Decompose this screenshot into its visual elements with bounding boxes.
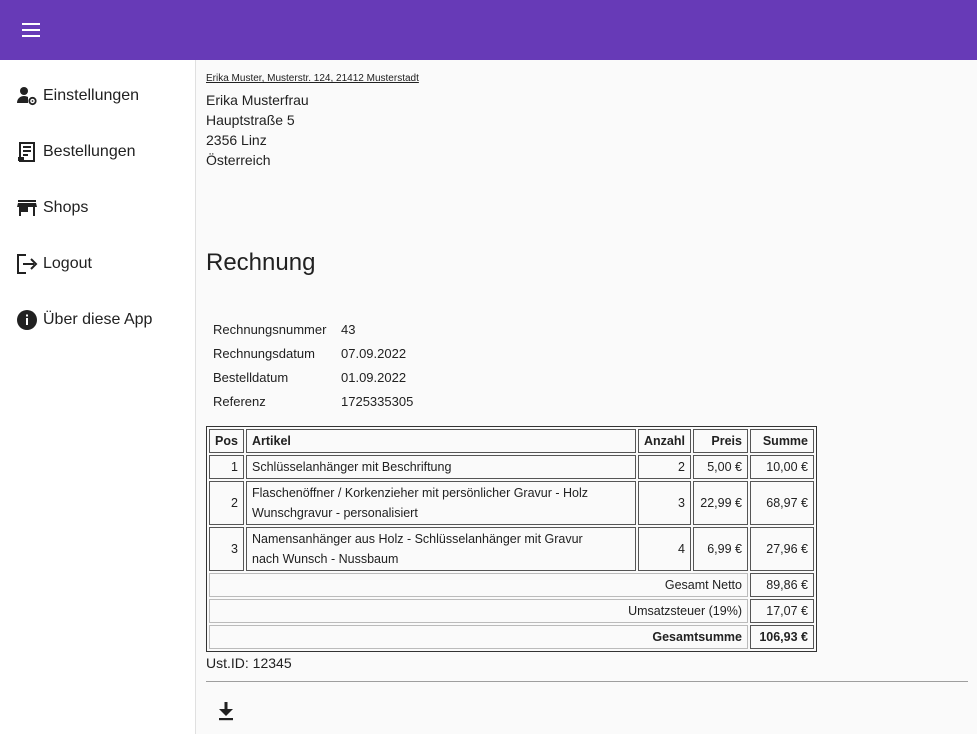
recipient-city: 2356 Linz	[206, 132, 267, 148]
cell-anzahl: 4	[638, 527, 691, 571]
sidebar-item-shops[interactable]: Shops	[0, 180, 195, 236]
column-header-summe: Summe	[750, 429, 814, 453]
meta-value: 43	[341, 322, 356, 337]
recipient-name: Erika Musterfrau	[206, 92, 309, 108]
artikel-line: nach Wunsch - Nussbaum	[252, 552, 399, 566]
meta-value: 1725335305	[341, 394, 414, 409]
totals-row-vat: Umsatzsteuer (19%) 17,07 €	[209, 599, 814, 623]
info-icon	[16, 309, 38, 331]
cell-artikel: Schlüsselanhänger mit Beschriftung	[246, 455, 637, 479]
vat-id: Ust.ID: 12345	[206, 655, 292, 671]
sidebar-item-einstellungen[interactable]: Einstellungen	[0, 68, 195, 124]
cell-pos: 3	[209, 527, 244, 571]
artikel-line: Namensanhänger aus Holz - Schlüsselanhän…	[252, 532, 583, 546]
total-label: Umsatzsteuer (19%)	[209, 599, 748, 623]
cell-summe: 68,97 €	[750, 481, 814, 525]
total-value: 89,86 €	[750, 573, 814, 597]
column-header-pos: Pos	[209, 429, 244, 453]
cell-summe: 10,00 €	[750, 455, 814, 479]
meta-value: 01.09.2022	[341, 370, 407, 385]
total-label: Gesamtsumme	[209, 625, 748, 649]
sender-address-line: Erika Muster, Musterstr. 124, 21412 Must…	[206, 73, 419, 84]
cell-summe: 27,96 €	[750, 527, 814, 571]
cell-pos: 2	[209, 481, 244, 525]
sidebar-item-bestellungen[interactable]: Bestellungen	[0, 124, 195, 180]
cell-artikel: Namensanhänger aus Holz - Schlüsselanhän…	[246, 527, 637, 571]
artikel-line: Wunschgravur - personalisiert	[252, 506, 418, 520]
artikel-line: Flaschenöffner / Korkenzieher mit persön…	[252, 486, 589, 500]
column-header-anzahl: Anzahl	[638, 429, 691, 453]
invoice-table: Pos Artikel Anzahl Preis Summe 1 Schlüss…	[206, 426, 817, 652]
download-icon[interactable]	[216, 700, 236, 722]
artikel-line: Schlüsselanhänger mit Beschriftung	[252, 460, 452, 474]
table-header-row: Pos Artikel Anzahl Preis Summe	[209, 429, 814, 453]
logout-icon	[16, 253, 38, 275]
meta-label: Bestelldatum	[213, 370, 289, 385]
meta-label: Referenz	[213, 394, 266, 409]
total-label: Gesamt Netto	[209, 573, 748, 597]
user-settings-icon	[16, 85, 38, 107]
column-header-preis: Preis	[693, 429, 748, 453]
cell-pos: 1	[209, 455, 244, 479]
top-app-bar	[0, 0, 977, 60]
table-row: 3 Namensanhänger aus Holz - Schlüsselanh…	[209, 527, 814, 571]
store-icon	[16, 197, 38, 219]
total-value: 106,93 €	[750, 625, 814, 649]
sidebar-item-label: Logout	[43, 255, 92, 272]
sidebar-item-label: Bestellungen	[43, 143, 136, 160]
totals-row-grand: Gesamtsumme 106,93 €	[209, 625, 814, 649]
cell-preis: 6,99 €	[693, 527, 748, 571]
hamburger-menu-icon[interactable]	[18, 18, 44, 42]
divider	[206, 681, 968, 682]
recipient-street: Hauptstraße 5	[206, 112, 295, 128]
table-row: 1 Schlüsselanhänger mit Beschriftung 2 5…	[209, 455, 814, 479]
cell-anzahl: 2	[638, 455, 691, 479]
table-row: 2 Flaschenöffner / Korkenzieher mit pers…	[209, 481, 814, 525]
sidebar-item-label: Über diese App	[43, 311, 153, 328]
receipt-icon	[16, 141, 38, 163]
sidebar: Einstellungen Bestellungen Shops Logout …	[0, 60, 196, 734]
recipient-country: Österreich	[206, 152, 271, 168]
total-value: 17,07 €	[750, 599, 814, 623]
cell-anzahl: 3	[638, 481, 691, 525]
cell-preis: 5,00 €	[693, 455, 748, 479]
sidebar-item-label: Einstellungen	[43, 87, 140, 104]
invoice-title: Rechnung	[206, 249, 316, 276]
totals-row-net: Gesamt Netto 89,86 €	[209, 573, 814, 597]
cell-artikel: Flaschenöffner / Korkenzieher mit persön…	[246, 481, 637, 525]
meta-value: 07.09.2022	[341, 346, 407, 361]
cell-preis: 22,99 €	[693, 481, 748, 525]
sidebar-item-info[interactable]: Über diese App	[0, 292, 195, 348]
invoice-content: Erika Muster, Musterstr. 124, 21412 Must…	[206, 60, 977, 734]
column-header-artikel: Artikel	[246, 429, 637, 453]
sidebar-item-label: Shops	[43, 199, 89, 216]
meta-label: Rechnungsnummer	[213, 322, 327, 337]
sidebar-item-logout[interactable]: Logout	[0, 236, 195, 292]
meta-label: Rechnungsdatum	[213, 346, 315, 361]
